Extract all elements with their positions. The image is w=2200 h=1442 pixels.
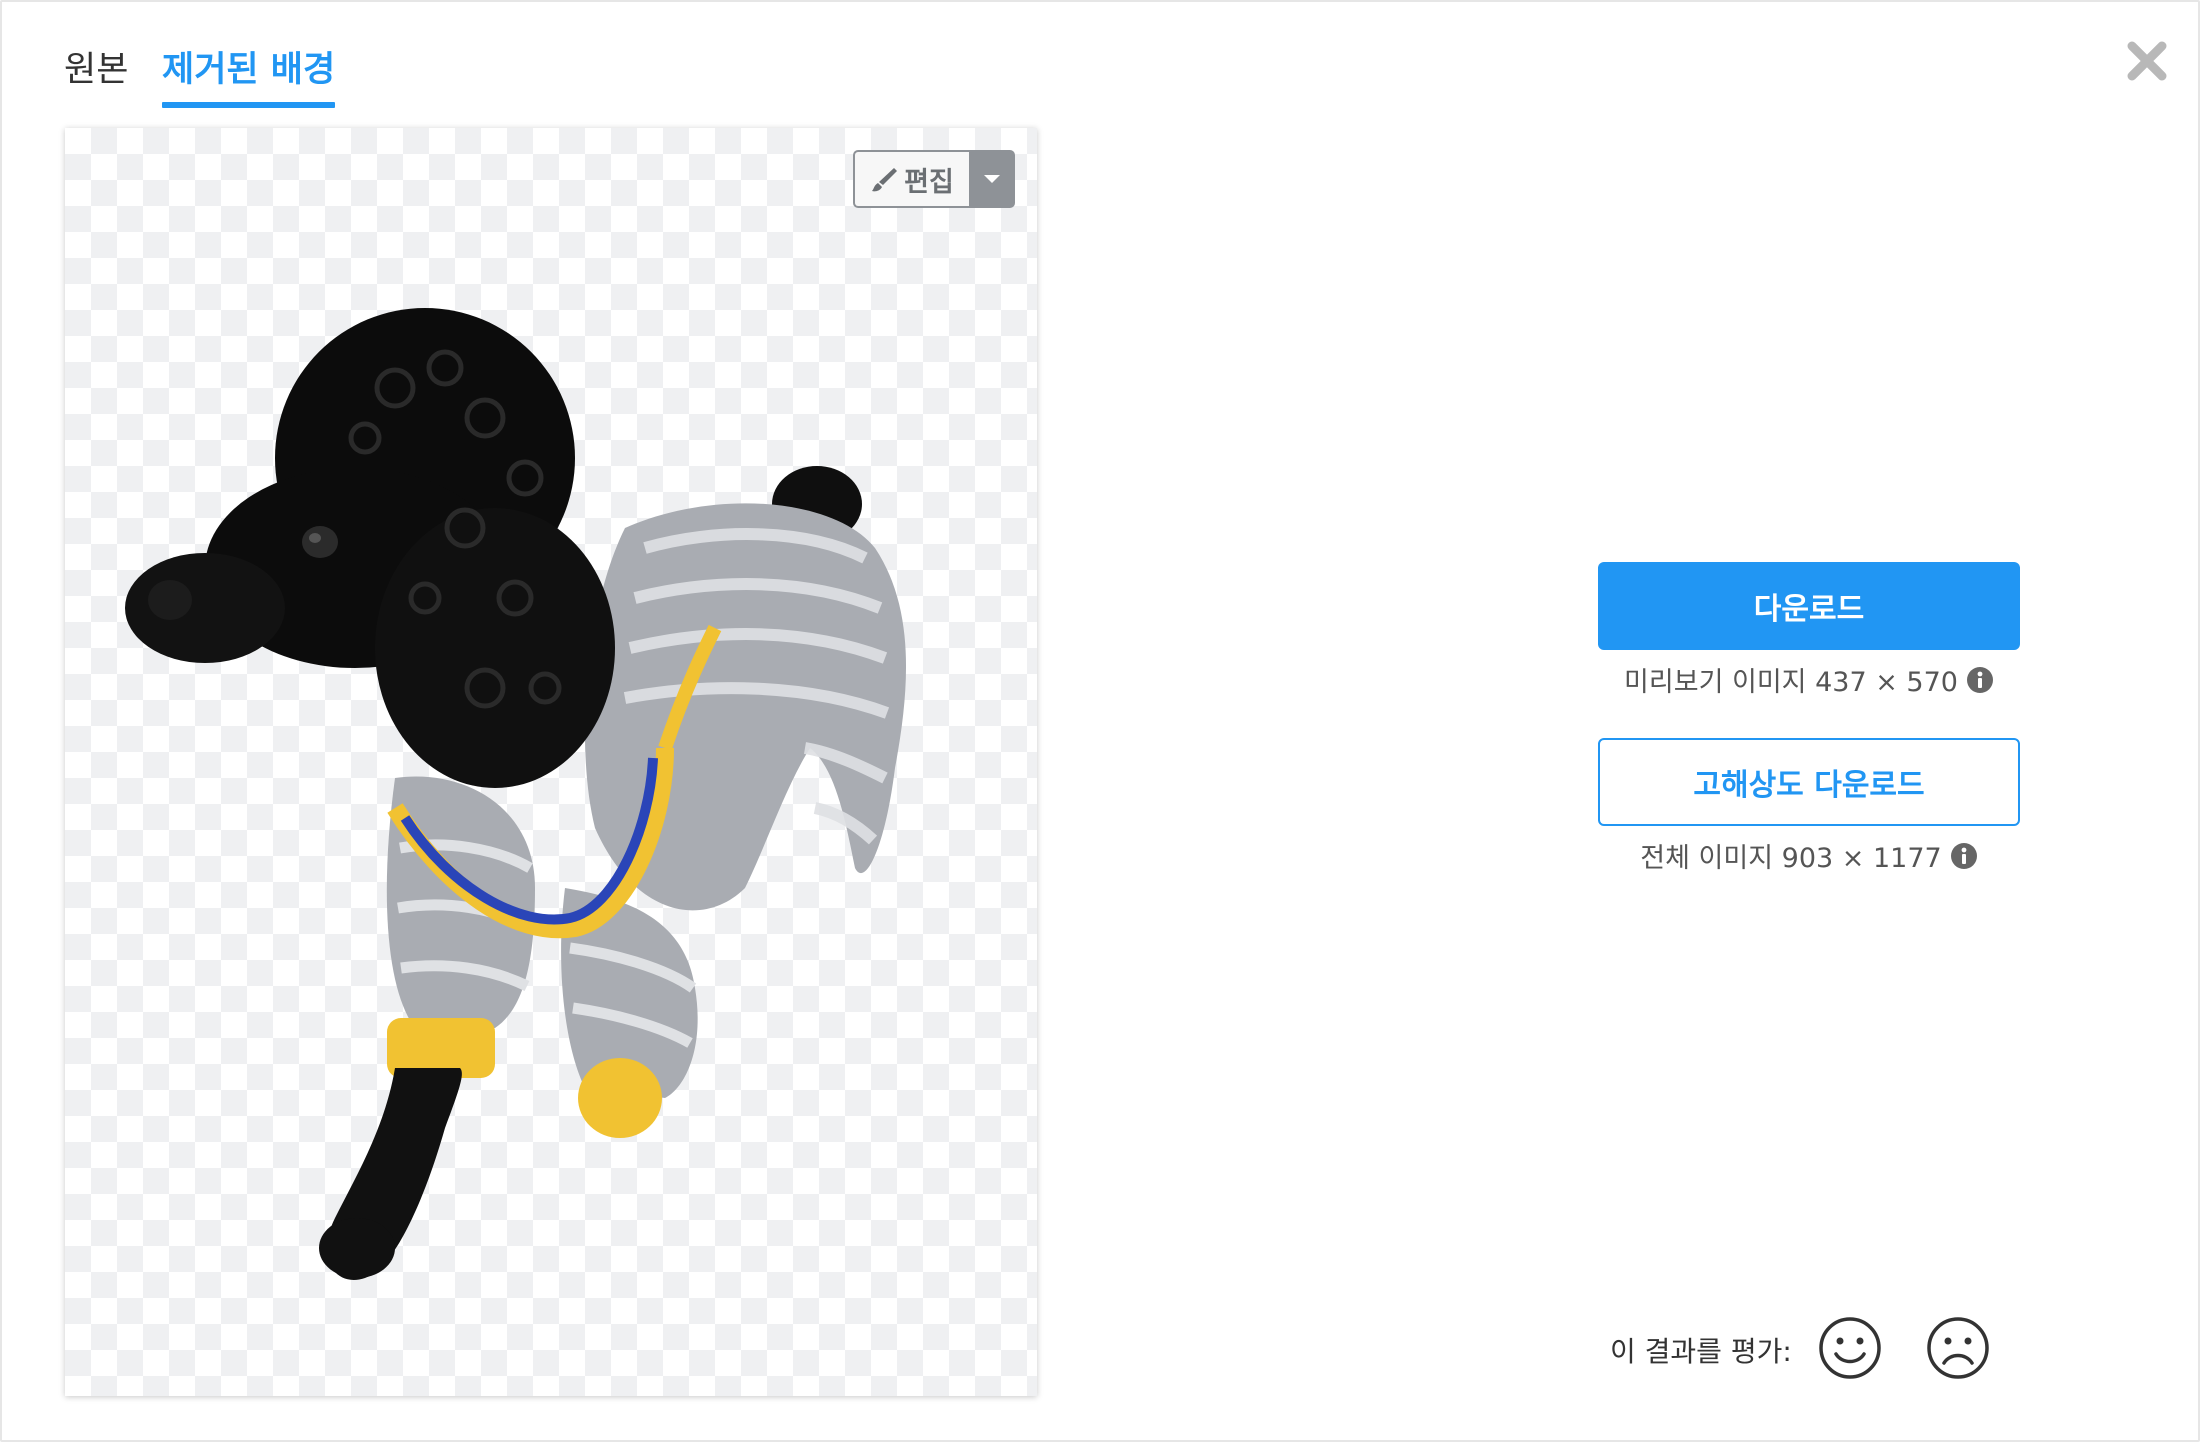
full-image-info: 전체 이미지 903 × 1177 bbox=[1598, 836, 2020, 875]
result-image-panel: 편집 bbox=[65, 128, 1037, 1396]
edit-label: 편집 bbox=[904, 166, 954, 198]
edit-dropdown-button[interactable] bbox=[969, 150, 1015, 208]
tab-removed-label: 제거된 배경 bbox=[162, 50, 336, 90]
tab-original[interactable]: 원본 bbox=[64, 44, 128, 106]
close-button[interactable] bbox=[2122, 36, 2172, 86]
edit-control: 편집 bbox=[853, 150, 1015, 208]
preview-info-text: 미리보기 이미지 437 × 570 bbox=[1624, 667, 1958, 698]
download-button[interactable]: 다운로드 bbox=[1598, 562, 2020, 650]
rate-good-button[interactable] bbox=[1818, 1316, 1882, 1380]
rate-bad-button[interactable] bbox=[1926, 1316, 1990, 1380]
smiley-icon bbox=[1819, 1317, 1881, 1379]
rating-label: 이 결과를 평가: bbox=[1610, 1335, 1792, 1368]
chevron-down-icon bbox=[984, 175, 1000, 183]
brush-icon bbox=[872, 168, 898, 192]
info-icon[interactable] bbox=[1950, 842, 1978, 870]
info-icon[interactable] bbox=[1966, 666, 1994, 694]
full-info-text: 전체 이미지 903 × 1177 bbox=[1640, 843, 1942, 874]
frown-icon bbox=[1927, 1317, 1989, 1379]
active-tab-indicator bbox=[162, 102, 336, 108]
close-icon bbox=[2127, 41, 2167, 81]
tab-removed-background[interactable]: 제거된 배경 bbox=[162, 44, 336, 108]
dog-cutout-image bbox=[125, 308, 907, 1280]
edit-button[interactable]: 편집 bbox=[853, 150, 969, 208]
preview-info: 미리보기 이미지 437 × 570 bbox=[1598, 660, 2020, 699]
hd-download-button[interactable]: 고해상도 다운로드 bbox=[1598, 738, 2020, 826]
